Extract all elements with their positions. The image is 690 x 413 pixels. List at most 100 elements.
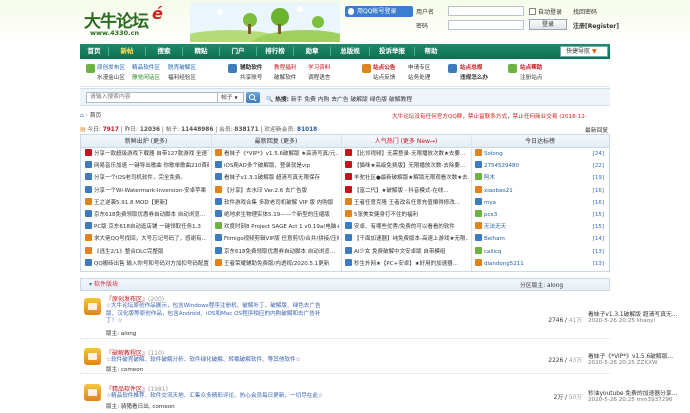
thread-title[interactable]: 王者任意克隆 王者改名任意充值懒得修改... <box>354 200 460 206</box>
rank-row[interactable]: Beiham [14] <box>475 234 607 246</box>
hot-term[interactable]: 绿色版 <box>370 97 387 103</box>
nav-report[interactable]: 投诉举报 <box>370 44 414 59</box>
autologin-checkbox[interactable] <box>529 8 536 15</box>
thread-title[interactable]: 【富二代】★破解版 - 抖音模式-在线... <box>354 188 449 194</box>
thread-title[interactable]: iOS爬AD多个破解版，登录就是vip <box>224 163 310 169</box>
thread-title[interactable]: 5张美女健身打不住的福利 <box>354 212 418 218</box>
nav-search[interactable]: 搜索 <box>146 44 182 59</box>
rank-row[interactable]: mya [16] <box>475 197 607 210</box>
thread-top-row[interactable]: 京东618免费领取优惠券自动脚本 自动浏览... <box>215 246 339 259</box>
subnav-original[interactable]: 原创发布区 <box>97 63 125 71</box>
hot-term[interactable]: 新手 <box>291 97 303 103</box>
forum-mod[interactable]: 版主: 骑猪看日出, comeon <box>106 402 175 410</box>
quick-nav-dropdown[interactable]: 快捷导航 ▼ <box>560 46 608 57</box>
thread-title[interactable]: AI少女 免费破解中文安卓版 自带模组 <box>354 249 445 255</box>
thread-top-row[interactable]: 软件游戏合集 多款老司机破解 VIP 版 内购版 <box>215 197 339 210</box>
rank-user[interactable]: 阿木 <box>484 175 495 181</box>
thread-title[interactable]: 分享一款超级游戏下载器 自带127款游戏 全速下... <box>94 151 209 157</box>
login-button[interactable]: 登录 <box>529 19 567 30</box>
forum-row[interactable]: 『破解教程区』(110) ☆软件破壳破解、软件破解分析、软件绿化破解、转载破解软… <box>80 340 673 374</box>
thread-top-row[interactable]: 看妹子《*VIP*》v1.5.6破解版 ★高清写真/元... <box>215 149 339 161</box>
nav-new[interactable]: 新帖 <box>109 44 145 59</box>
col-hot-head[interactable]: 人气热门 (更多 New→) <box>341 135 471 148</box>
subnav-notice[interactable]: 站点公告 <box>373 63 395 71</box>
search-scope-select[interactable]: 帖子 ▼ <box>218 92 244 103</box>
subnav-violation[interactable]: 违规怎么办 <box>460 73 488 81</box>
thread-hot-row[interactable]: AI少女 免费破解中文安卓版 自带模组 <box>345 246 469 259</box>
announcement[interactable]: 大牛论坛没有任何官方QQ群，禁止留联系方式，禁止任何商业交易 (2018-12- <box>392 112 587 120</box>
nav-medal[interactable]: 勋章 <box>294 44 330 59</box>
subnav-chat[interactable]: 静觉闲话区 <box>132 73 160 81</box>
latest-reply-link[interactable]: 最新回复 <box>585 125 608 134</box>
forum-mod[interactable]: 版主: along <box>106 329 136 337</box>
subnav-share[interactable]: 共享账号 <box>240 73 262 81</box>
subnav-tools[interactable]: 辅助软件 <box>240 63 262 71</box>
rank-row[interactable]: diandong5211 [13] <box>475 258 607 271</box>
rank-row[interactable]: callicq [13] <box>475 246 607 259</box>
thread-top-row[interactable]: 绝地求生物理实体5.19——个新型的压缩版 <box>215 210 339 222</box>
thread-title[interactable]: PC版 京东618自动逛店铺 一键领取任务1.3 <box>94 224 201 230</box>
forum-last-post[interactable]: 看妹子v1.3.1破解版 超清写真无... <box>588 309 677 318</box>
thread-title[interactable]: 京东618免费领取优惠券自动脚本 自动浏览... <box>224 249 335 255</box>
col-new-head[interactable]: 新鲜出炉 (更多) <box>81 135 211 148</box>
thread-title[interactable]: 【猫咪★高级免费版】无限播放次数-去除要... <box>354 163 465 169</box>
nav-ranking[interactable]: 排行榜 <box>257 44 293 59</box>
thread-hot-row[interactable]: 羊驼社区●最新破解版★解锁无限观看次数★去... <box>345 173 469 185</box>
thread-hot-row[interactable]: 【千面加速器】纯免费版本-高速上游戏★无限... <box>345 234 469 246</box>
thread-title[interactable]: 绝地求生物理实体5.19——个新型的压缩版 <box>224 212 330 218</box>
rank-row[interactable]: 阿木 [19] <box>475 173 607 185</box>
hot-term[interactable]: 免费 <box>304 97 316 103</box>
thread-title[interactable]: 网易音乐加速 一键导出歌曲 你歌单歌曲210首破... <box>94 163 209 169</box>
thread-top-row[interactable]: 欢度时刻8 Project SAGE Act 1 v0.19a(电脑+安卓) <box>215 222 339 234</box>
nav-portal[interactable]: 门户 <box>220 44 256 59</box>
subnav-register[interactable]: 注册站点 <box>520 73 542 81</box>
register-link[interactable]: 注册[Register] <box>573 21 619 30</box>
rank-row[interactable]: xiaobao21 [16] <box>475 185 607 198</box>
subnav-premium[interactable]: 精品软件区 <box>132 63 160 71</box>
hot-term[interactable]: 内购 <box>318 97 330 103</box>
thread-title[interactable]: 【千面加速器】纯免费版本-高速上游戏★无限... <box>354 236 469 242</box>
thread-new-row[interactable]: 分享一个iOS老司机软件，完全免费。 <box>85 173 209 185</box>
thread-title[interactable]: 求大佬QQ号找回，大号忘记号码了，感谢有... <box>94 236 207 242</box>
thread-top-row[interactable]: Filmigo视频剪辑VIP版 任意剪切/合并/拼接/压缩 <box>215 234 339 246</box>
thread-title[interactable]: 分享一个iOS老司机软件，完全免费。 <box>94 175 186 181</box>
thread-title[interactable]: 王者荣耀辅助免费版/内透视/2020.5.1更新 <box>224 261 329 267</box>
hot-term[interactable]: 破解教程 <box>389 97 412 103</box>
thread-hot-row[interactable]: 【猫咪★高级免费版】无限播放次数-去除要... <box>345 161 469 173</box>
forum-last-post[interactable]: 秒油youtube 免费的加速器分享... <box>588 388 677 397</box>
rank-row[interactable]: Solong [24] <box>475 149 607 161</box>
thread-title[interactable]: 安卓、有哪些优秀/免费的可以看看的软件 <box>354 224 455 230</box>
rank-row[interactable]: 2754529480 [22] <box>475 161 607 173</box>
thread-title[interactable]: 分享一个Wi-Watermark-Inversion-安卓苹果 <box>94 188 206 194</box>
forum-row[interactable]: 『精品软件区』(1981) ☆精品软件推荐、软件交流天地、汇集众多精彩评论、热心… <box>80 375 677 413</box>
rank-user[interactable]: pcx3 <box>484 212 497 218</box>
rank-row[interactable]: pcx3 [15] <box>475 210 607 222</box>
thread-new-row[interactable]: 分享一个Wi-Watermark-Inversion-安卓苹果 <box>85 185 209 198</box>
thread-title[interactable]: 软件游戏合集 多款老司机破解 VIP 版 内购版 <box>224 200 333 206</box>
thread-title[interactable]: 《逃生2/1》整合DLC完整版 <box>94 249 164 255</box>
col-top-head[interactable]: 最新回复 (更多) <box>211 135 341 148</box>
thread-hot-row[interactable]: 安卓、有哪些优秀/免费的可以看看的软件 <box>345 222 469 234</box>
thread-title[interactable]: 【比邻视频】无需登录-无限播放次数★去要... <box>354 151 465 157</box>
thread-title[interactable]: 欢度时刻8 Project SAGE Act 1 v0.19a(电脑+安卓) <box>224 224 339 230</box>
thread-hot-row[interactable]: 【比邻视频】无需登录-无限播放次数★去要... <box>345 149 469 161</box>
subnav-lang[interactable]: 调程语言 <box>308 73 330 81</box>
thread-new-row[interactable]: 网易音乐加速 一键导出歌曲 你歌单歌曲210首破... <box>85 161 209 173</box>
thread-title[interactable]: Filmigo视频剪辑VIP版 任意剪切/合并/拼接/压缩 <box>224 236 339 242</box>
subnav-welfare[interactable]: 福利经验区 <box>168 73 196 81</box>
forum-row[interactable]: 『原创发布区』(200) ☆大牛论坛原创作品展示，包含Windows程序注册机、… <box>80 292 677 339</box>
thread-new-row[interactable]: 王之逆袭5.91.8 MOD【更新】 <box>85 197 209 210</box>
rank-user[interactable]: diandong5211 <box>484 261 524 267</box>
search-input[interactable]: 请输入搜索内容 <box>86 92 218 103</box>
thread-new-row[interactable]: 求大佬QQ号找回，大号忘记号码了，感谢有... <box>85 234 209 246</box>
rank-user[interactable]: Solong <box>484 151 503 157</box>
subnav-site-help[interactable]: 站点帮助 <box>520 63 542 71</box>
nav-digest[interactable]: 精贴 <box>183 44 219 59</box>
subnav-apply[interactable]: 申请专区 <box>408 63 430 71</box>
thread-title[interactable]: 看妹子v1.3.1破解版 超清写真无限保存 <box>224 175 320 181</box>
thread-top-row[interactable]: 看妹子v1.3.1破解版 超清写真无限保存 <box>215 173 339 185</box>
subnav-admin[interactable]: 站务处理 <box>408 73 430 81</box>
thread-hot-row[interactable]: 王者任意克隆 王者改名任意充值懒得修改... <box>345 197 469 210</box>
subnav-study[interactable]: 学习资料 <box>308 63 330 71</box>
thread-top-row[interactable]: 【分享】去水印 Ver.2.6 去广告版 <box>215 185 339 198</box>
